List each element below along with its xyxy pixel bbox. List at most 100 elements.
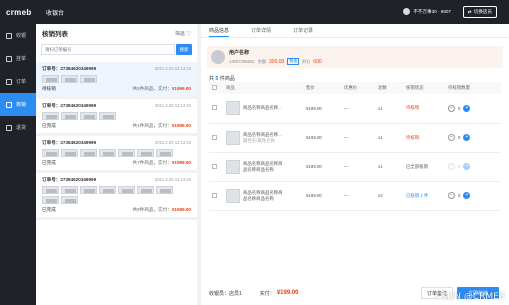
filter-button[interactable]: 筛选 ▽ [175, 30, 191, 37]
product-thumbnail [156, 149, 173, 157]
row-checkbox-cell [209, 152, 223, 182]
discount-cell: — [341, 181, 375, 211]
order-footer: 待核销 共5件商品，实付：¥1999.00 [42, 86, 191, 92]
minus-icon[interactable]: − [448, 134, 455, 141]
sidebar-item-2[interactable]: 订单 [0, 70, 36, 93]
plus-icon[interactable]: + [463, 192, 471, 199]
product-thumbnail [61, 112, 78, 120]
minus-icon[interactable]: − [448, 192, 455, 199]
order-time: 2021.2.20 12:13:34 [154, 140, 191, 145]
table-row: 商品名称商品名称... 属性名/属性名称 ¥199.00— x1 待核销 −0 + [209, 123, 501, 153]
order-card[interactable]: 订单号：27384620349999 2021.2.20 12:13:34 待核销 共… [36, 62, 197, 99]
product-thumbnails [42, 112, 191, 120]
order-header: 订单号：27384620349999 2021.2.20 12:13:34 [42, 177, 191, 183]
search-input[interactable] [41, 44, 175, 55]
switch-staff-button[interactable]: ⇄ 切换店员 [462, 6, 497, 18]
order-summary-text: 共5件商品，实付： [132, 86, 172, 91]
order-header: 订单号：27384620349999 2021.2.20 12:13:34 [42, 140, 191, 146]
discount-cell: — [341, 123, 375, 153]
tab-1[interactable]: 订单详情 [251, 24, 271, 37]
customer-avatar [211, 50, 225, 64]
order-amount: ¥1999.00 [171, 123, 191, 128]
switch-staff-label: 切换店员 [473, 9, 492, 14]
product-info: 商品名称商品名称商品名称商品名称 [226, 188, 303, 203]
quantity-stepper[interactable]: −0 + [448, 104, 501, 112]
user-name: 不不万事30 · 6607 [413, 8, 451, 14]
order-number: 订单号：27384620349999 [42, 140, 97, 145]
app-logo: crmeb [6, 7, 32, 17]
sidebar-item-1[interactable]: 挂单 [0, 47, 36, 70]
sidebar-item-0[interactable]: 收银 [0, 24, 36, 47]
quantity-stepper[interactable]: −0 + [448, 134, 501, 141]
top-bar: crmeb 收银台 不不万事30 · 6607 ⇄ 切换店员 [0, 0, 509, 24]
product-info: 商品名称商品名称... 属性名/属性名称 [226, 130, 303, 145]
quantity-stepper[interactable]: −0 + [448, 192, 501, 199]
column-header [209, 82, 223, 94]
pending-count-cell: −0 + [445, 181, 501, 211]
tab-0[interactable]: 商品信息 [209, 24, 230, 37]
order-list: 订单号：27384620349999 2021.2.20 12:13:34 待核销共… [36, 62, 197, 220]
order-summary-text: 共7件商品，实付： [132, 160, 172, 165]
quantity-cell: x1 [375, 152, 403, 182]
pending-count-cell: −0 + [445, 123, 501, 153]
product-attr: 属性名/属性名称 [243, 137, 275, 143]
order-header: 订单号：27384620349999 2021.2.20 12:13:34 [42, 66, 191, 72]
quantity-cell: x1 [375, 94, 403, 124]
order-icon [6, 78, 12, 85]
product-thumbnail [42, 149, 59, 157]
row-checkbox[interactable] [212, 163, 217, 169]
product-thumbnail [61, 196, 78, 204]
minus-icon[interactable]: − [448, 163, 455, 170]
count-prefix: 共 [209, 76, 215, 82]
product-name-block: 商品名称商品名称商品名称商品名称 [243, 161, 283, 173]
product-info: 商品名称商品名称... [226, 101, 303, 116]
column-header: 商品 [223, 82, 303, 94]
plus-icon[interactable]: + [463, 163, 471, 170]
customer-points: 600 [313, 58, 322, 65]
product-thumbnail [42, 186, 59, 194]
row-checkbox[interactable] [212, 105, 217, 111]
row-checkbox[interactable] [212, 192, 217, 198]
sidebar-item-4[interactable]: 退货 [0, 116, 36, 139]
tab-bar: 商品信息 订单详情 订单记录 [201, 24, 509, 38]
order-card[interactable]: 订单号：27384620349999 2021.2.20 12:13:34 已完成 共… [36, 173, 197, 220]
column-header: 总数 [375, 82, 403, 94]
list-title: 核销列表 [42, 31, 68, 38]
product-thumbnails [42, 75, 191, 83]
customer-name: 用户名称 [229, 50, 250, 56]
product-thumbnail [61, 149, 78, 157]
product-name: 商品名称商品名称商品名称商品名称 [243, 160, 283, 172]
customer-phone: 13007296552 [229, 59, 255, 64]
minus-icon[interactable]: − [448, 104, 455, 112]
stepper-value: 0 [458, 105, 461, 111]
order-time: 2021.2.20 12:13:34 [154, 177, 191, 182]
sidebar-item-3[interactable]: 核销 [0, 93, 36, 116]
balance-label: 余额 [257, 58, 267, 64]
table-row: 商品名称商品名称... ¥199.00— x1 待核销 −0 + [209, 94, 501, 124]
select-all-checkbox[interactable] [212, 85, 217, 90]
order-amount: ¥1999.00 [171, 86, 191, 91]
plus-icon[interactable]: + [463, 134, 471, 141]
order-status: 待核销 [42, 86, 56, 91]
price-cell: ¥199.00 [303, 152, 341, 182]
count-suffix: 件商品 [219, 76, 235, 82]
sidebar-item-label: 订单 [16, 79, 27, 85]
order-number: 订单号：27384620349999 [42, 103, 97, 108]
quantity-stepper[interactable]: −0 + [448, 163, 501, 170]
order-card[interactable]: 订单号：27384620349999 2021.2.20 12:13:34 已完成 共… [36, 136, 197, 173]
plus-icon[interactable]: + [463, 104, 471, 112]
row-checkbox[interactable] [212, 134, 217, 140]
product-thumbnail [80, 149, 97, 157]
tab-2[interactable]: 订单记录 [293, 24, 313, 37]
order-summary: 共9件商品，实付：¥1999.00 [133, 207, 191, 213]
product-thumbnail [42, 112, 59, 120]
current-user[interactable]: 不不万事30 · 6607 [403, 8, 451, 15]
product-name-block: 商品名称商品名称... 属性名/属性名称 [243, 132, 283, 144]
search-button[interactable]: 搜索 [176, 44, 192, 55]
verify-status: 已全部核销 [403, 152, 445, 182]
watermark: CSDN @CRMEB [435, 292, 505, 302]
order-amount: ¥1999.00 [171, 160, 191, 165]
product-cell: 商品名称商品名称... [223, 94, 303, 124]
product-name-block: 商品名称商品名称商品名称商品名称 [243, 190, 283, 202]
order-card[interactable]: 订单号：27384620349999 2021.2.20 12:13:34 已完成 共… [36, 99, 197, 136]
